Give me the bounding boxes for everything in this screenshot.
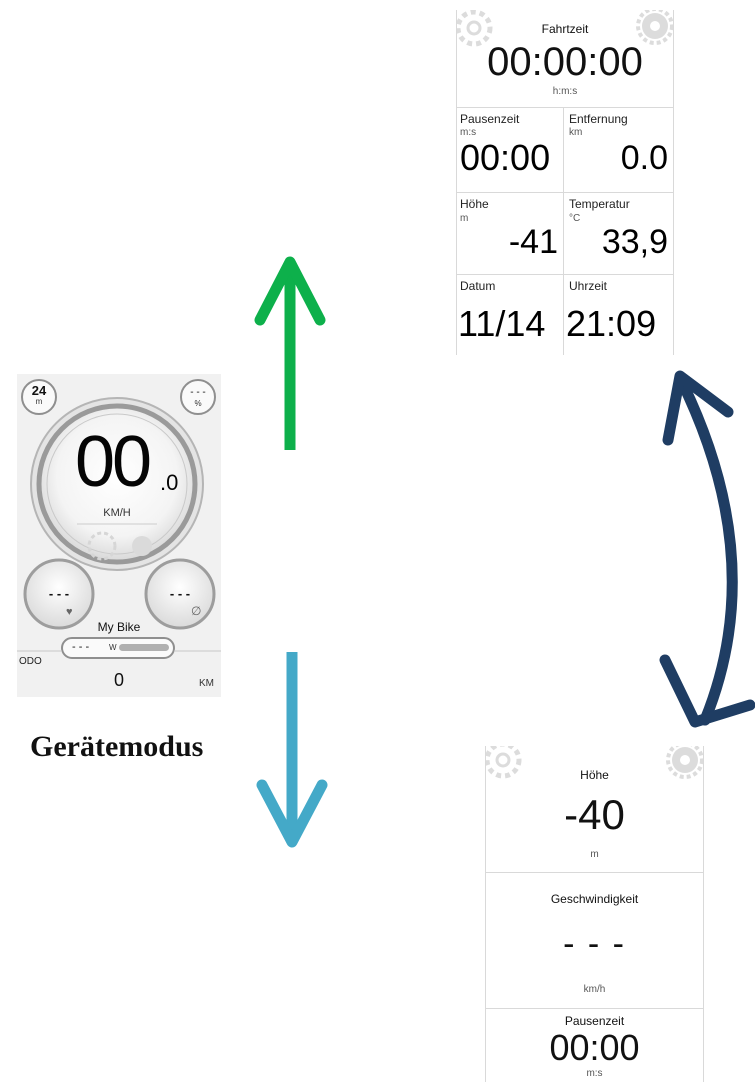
speed-unit: km/h	[583, 984, 606, 995]
time-value: 21:09	[566, 303, 657, 344]
distance-value: 0.0	[620, 139, 668, 177]
trip-data-screen: Fahrtzeit 00:00:00 h:m:s Pausenzeit m:s …	[456, 10, 674, 355]
pause-time-unit: m:s	[586, 1068, 603, 1079]
arrow-up-icon	[250, 250, 330, 455]
date-label: Datum	[460, 279, 496, 293]
divider	[456, 274, 674, 275]
speed-value: 00	[75, 422, 152, 502]
altitude-badge-unit: m	[35, 397, 43, 406]
time-label: Uhrzeit	[569, 279, 608, 293]
heart-icon: ♥	[66, 606, 73, 618]
ride-time-unit: h:m:s	[552, 86, 578, 97]
power-value: - - -	[72, 641, 90, 653]
altitude-value: -40	[564, 791, 625, 838]
altitude-speed-screen: Höhe -40 m Geschwindigkeit - - - km/h Pa…	[485, 746, 704, 1082]
device-mode-screen: 24 m - - - % 00 .0 KM/H - - - ♥ - - - ∅ …	[17, 374, 221, 697]
speed-decimal: .0	[160, 470, 179, 495]
divider	[456, 192, 674, 193]
speed-value: - - -	[563, 925, 626, 963]
altitude-label: Höhe	[580, 768, 609, 782]
altitude-label: Höhe	[460, 197, 489, 211]
bike-name: My Bike	[97, 620, 141, 634]
device-mode-caption: Gerätemodus	[30, 730, 204, 763]
pause-time-label: Pausenzeit	[460, 112, 520, 126]
temperature-unit: °C	[569, 213, 581, 224]
speed-unit: KM/H	[103, 507, 131, 519]
altitude-unit: m	[590, 849, 599, 860]
pause-time-label: Pausenzeit	[564, 1014, 625, 1028]
cadence-icon: ∅	[191, 604, 202, 618]
divider	[563, 107, 564, 355]
odo-unit: KM	[199, 678, 214, 689]
divider	[485, 1008, 704, 1009]
battery-badge-value: - - -	[190, 387, 206, 398]
odo-value: 0	[113, 670, 124, 690]
odo-label: ODO	[19, 656, 42, 667]
temperature-value: 33,9	[601, 223, 668, 261]
heart-rate-value: - - -	[48, 586, 70, 601]
power-unit: W	[109, 643, 117, 652]
pause-time-value: 00:00	[549, 1027, 640, 1068]
speed-label: Geschwindigkeit	[550, 892, 639, 906]
temperature-label: Temperatur	[569, 197, 630, 211]
arrow-down-icon	[255, 650, 335, 855]
arrow-swap-icon	[650, 360, 755, 750]
divider	[485, 872, 704, 873]
date-value: 11/14	[458, 303, 546, 344]
ride-time-value: 00:00:00	[487, 40, 643, 84]
cadence-value: - - -	[169, 586, 191, 601]
altitude-badge-value: 24	[31, 383, 47, 398]
pause-time-value: 00:00	[460, 137, 551, 178]
divider	[456, 107, 674, 108]
battery-badge-unit: %	[194, 399, 202, 408]
distance-label: Entfernung	[569, 112, 628, 126]
ride-time-label: Fahrtzeit	[541, 22, 589, 36]
distance-unit: km	[569, 127, 583, 138]
altitude-value: -41	[508, 223, 558, 261]
